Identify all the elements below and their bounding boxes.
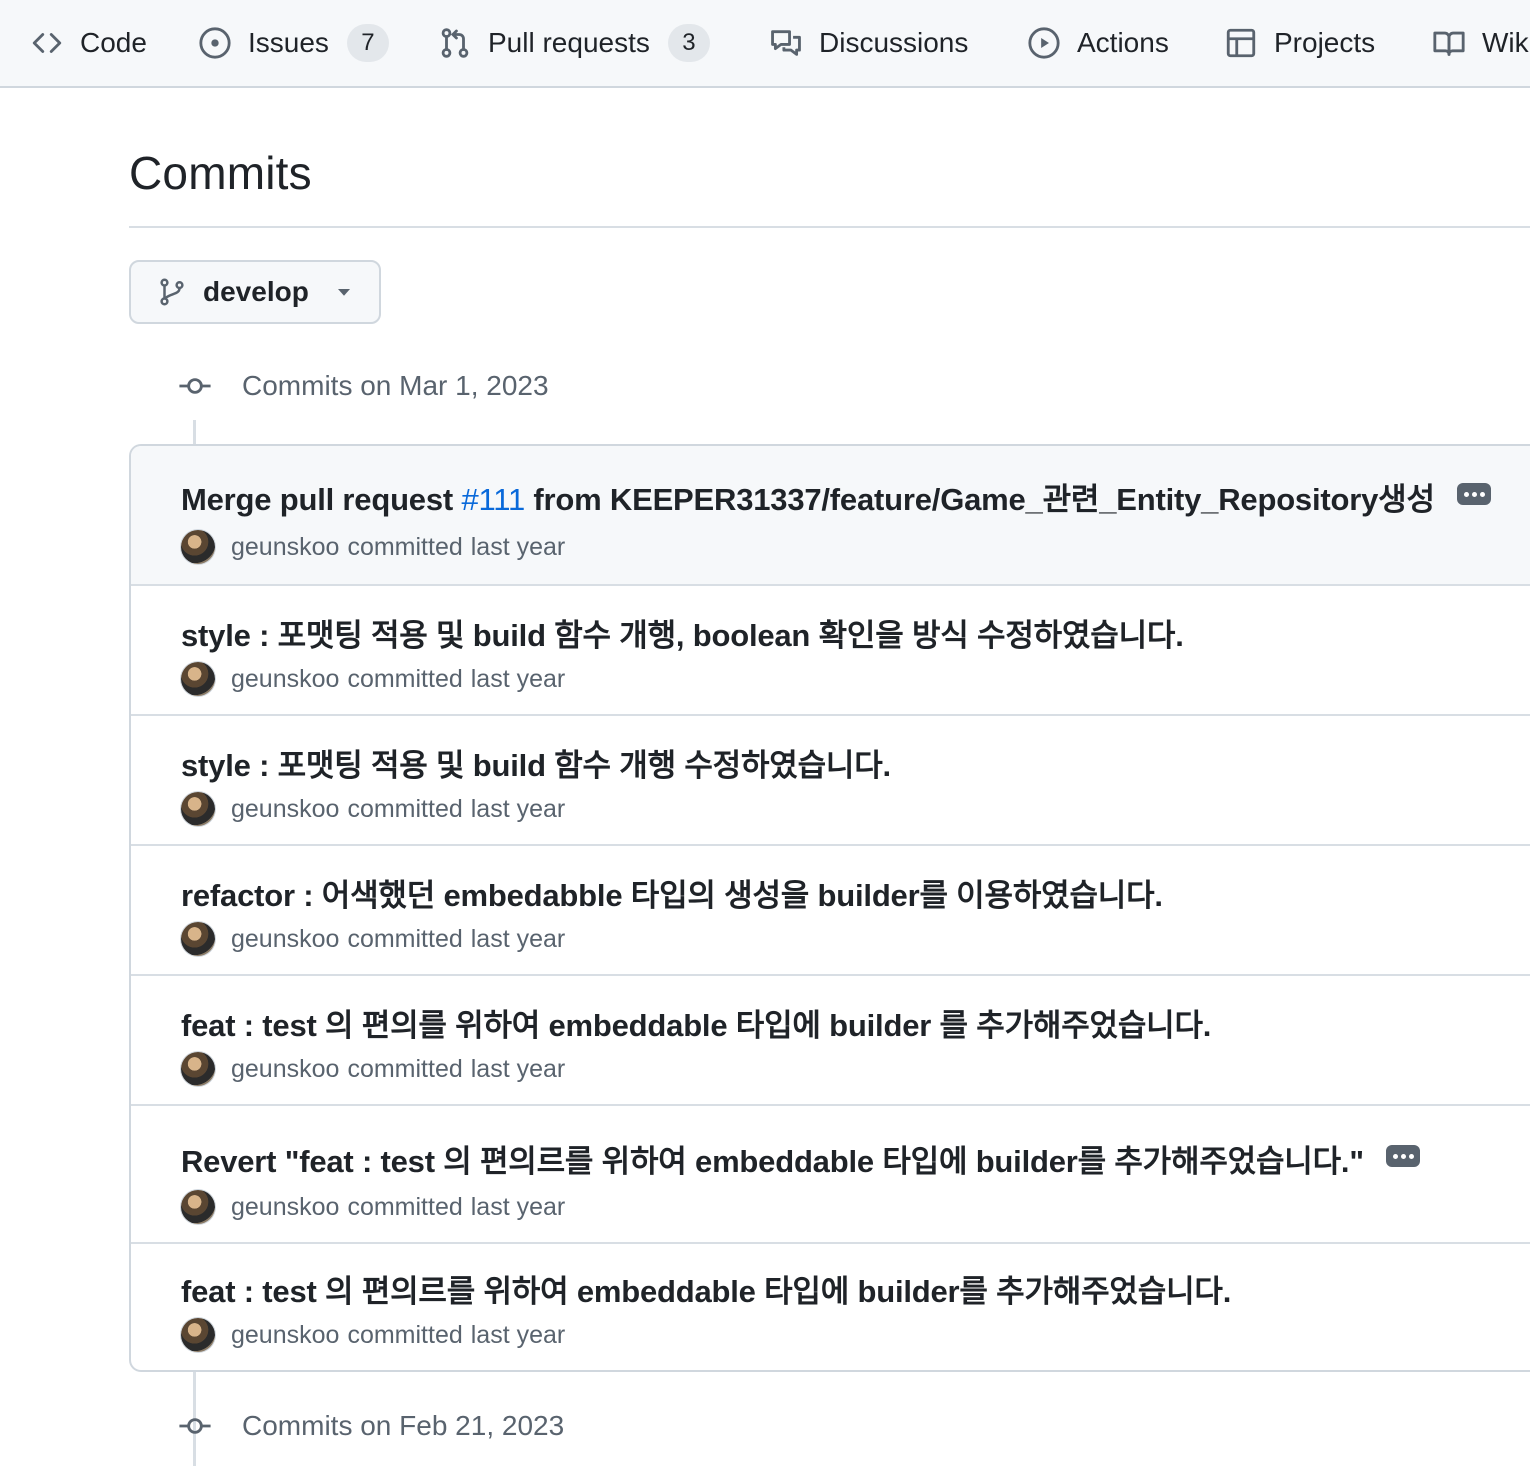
tab-pull-requests-label: Pull requests	[488, 27, 650, 58]
avatar[interactable]	[181, 922, 215, 956]
git-commit-icon	[179, 1418, 211, 1434]
repo-nav: Code Issues 7 Pull requests 3 Discussion…	[0, 0, 1530, 88]
commit-author[interactable]: geunskoo	[231, 795, 339, 824]
commit-meta: geunskoo committed last year	[181, 530, 565, 564]
commit-author[interactable]: geunskoo	[231, 1321, 339, 1350]
commit-message: refactor : 어색했던 embedabble 타입의 생성을 build…	[181, 870, 1163, 915]
commit-row: Revert "feat : test 의 편의르를 위하여 embeddabl…	[131, 1104, 1530, 1242]
commit-author[interactable]: geunskoo	[231, 925, 339, 954]
commit-message-link[interactable]: feat : test 의 편의르를 위하여 embeddable 타입에 bu…	[181, 1274, 1231, 1309]
commit-time: last year	[470, 1192, 566, 1221]
commit-time: last year	[470, 924, 566, 953]
commit-action: committed	[347, 1320, 463, 1349]
commit-message-link[interactable]: from KEEPER31337/feature/Game_관련_Entity_…	[525, 482, 1435, 517]
tab-code-label: Code	[80, 27, 147, 58]
tab-wiki-label: Wik	[1482, 27, 1529, 58]
caret-down-icon	[337, 289, 350, 296]
actions-play-icon	[1028, 27, 1060, 59]
tab-issues-label: Issues	[248, 27, 329, 58]
commit-message: style : 포맷팅 적용 및 build 함수 개행 수정하였습니다.	[181, 740, 891, 785]
commit-message: Merge pull request #111 from KEEPER31337…	[181, 474, 1491, 519]
tab-code[interactable]: Code	[30, 0, 147, 86]
tab-actions[interactable]: Actions	[1027, 0, 1169, 86]
commit-message-link[interactable]: Revert "feat : test 의 편의르를 위하여 embeddabl…	[181, 1144, 1364, 1179]
avatar[interactable]	[181, 1318, 215, 1352]
tab-projects[interactable]: Projects	[1224, 0, 1375, 86]
page-title: Commits	[129, 147, 312, 199]
avatar[interactable]	[181, 530, 215, 564]
commit-author[interactable]: geunskoo	[231, 665, 339, 694]
tab-issues[interactable]: Issues 7	[198, 0, 389, 86]
tab-actions-label: Actions	[1077, 27, 1169, 58]
commit-author[interactable]: geunskoo	[231, 1193, 339, 1222]
discussions-icon	[771, 30, 801, 56]
projects-table-icon	[1226, 28, 1256, 58]
tab-discussions-label: Discussions	[819, 27, 969, 58]
tab-discussions[interactable]: Discussions	[769, 0, 968, 86]
commit-row: Merge pull request #111 from KEEPER31337…	[131, 446, 1530, 584]
commit-meta: geunskoo committed last year	[181, 1052, 565, 1086]
commit-meta: geunskoo committed last year	[181, 922, 565, 956]
code-icon	[32, 33, 62, 53]
commit-time: last year	[470, 664, 566, 693]
branch-name: develop	[203, 276, 309, 307]
issue-icon	[199, 27, 231, 59]
commit-message-link[interactable]: Merge pull request	[181, 482, 461, 517]
commit-message: feat : test 의 편의를 위하여 embeddable 타입에 bui…	[181, 1000, 1211, 1045]
commit-list: Merge pull request #111 from KEEPER31337…	[129, 444, 1530, 1372]
tab-wiki[interactable]: Wik	[1432, 0, 1529, 86]
commit-message-link[interactable]: refactor : 어색했던 embedabble 타입의 생성을 build…	[181, 878, 1163, 913]
commit-time: last year	[470, 532, 566, 561]
pull-request-link[interactable]: #111	[461, 482, 525, 517]
commit-action: committed	[347, 532, 463, 561]
branch-select-button[interactable]: develop	[129, 260, 381, 324]
commit-row: style : 포맷팅 적용 및 build 함수 개행 수정하였습니다. ge…	[131, 714, 1530, 844]
commit-author[interactable]: geunskoo	[231, 533, 339, 562]
commit-group-date: Commits on Mar 1, 2023	[242, 370, 549, 401]
commit-action: committed	[347, 1054, 463, 1083]
commit-meta: geunskoo committed last year	[181, 662, 565, 696]
commit-message-link[interactable]: feat : test 의 편의를 위하여 embeddable 타입에 bui…	[181, 1008, 1211, 1043]
tab-projects-label: Projects	[1274, 27, 1376, 58]
commit-time: last year	[470, 1054, 566, 1083]
git-commit-icon	[179, 378, 211, 394]
commit-action: committed	[347, 1192, 463, 1221]
commit-group-header: Commits on Feb 21, 2023	[178, 1406, 564, 1446]
commit-message-link[interactable]: style : 포맷팅 적용 및 build 함수 개행, boolean 확인…	[181, 618, 1184, 653]
commit-row: refactor : 어색했던 embedabble 타입의 생성을 build…	[131, 844, 1530, 974]
pull-request-icon	[441, 28, 469, 58]
avatar[interactable]	[181, 792, 215, 826]
avatar[interactable]	[181, 1190, 215, 1224]
avatar[interactable]	[181, 1052, 215, 1086]
commit-author[interactable]: geunskoo	[231, 1055, 339, 1084]
commit-group-date: Commits on Feb 21, 2023	[242, 1410, 565, 1441]
git-branch-icon	[160, 278, 184, 306]
avatar[interactable]	[181, 662, 215, 696]
commit-row: style : 포맷팅 적용 및 build 함수 개행, boolean 확인…	[131, 584, 1530, 714]
title-divider	[129, 226, 1530, 228]
commit-message: style : 포맷팅 적용 및 build 함수 개행, boolean 확인…	[181, 610, 1184, 655]
commit-row: feat : test 의 편의를 위하여 embeddable 타입에 bui…	[131, 974, 1530, 1104]
issues-count-badge: 7	[346, 24, 389, 62]
commit-message: feat : test 의 편의르를 위하여 embeddable 타입에 bu…	[181, 1266, 1231, 1311]
expand-message-button[interactable]	[1385, 1144, 1420, 1167]
expand-message-button[interactable]	[1456, 482, 1491, 505]
pull-requests-count-badge: 3	[667, 24, 710, 62]
commit-action: committed	[347, 924, 463, 953]
commit-action: committed	[347, 664, 463, 693]
commit-row: feat : test 의 편의르를 위하여 embeddable 타입에 bu…	[131, 1242, 1530, 1370]
commit-meta: geunskoo committed last year	[181, 1318, 565, 1352]
tab-pull-requests[interactable]: Pull requests 3	[438, 0, 710, 86]
timeline-line	[193, 420, 196, 446]
commit-time: last year	[470, 794, 566, 823]
commit-meta: geunskoo committed last year	[181, 792, 565, 826]
commit-message-link[interactable]: style : 포맷팅 적용 및 build 함수 개행 수정하였습니다.	[181, 748, 891, 783]
commit-time: last year	[470, 1320, 566, 1349]
commit-meta: geunskoo committed last year	[181, 1190, 565, 1224]
book-icon	[1433, 31, 1465, 56]
commit-message: Revert "feat : test 의 편의르를 위하여 embeddabl…	[181, 1136, 1420, 1181]
commit-action: committed	[347, 794, 463, 823]
commit-group-header: Commits on Mar 1, 2023	[178, 366, 549, 406]
